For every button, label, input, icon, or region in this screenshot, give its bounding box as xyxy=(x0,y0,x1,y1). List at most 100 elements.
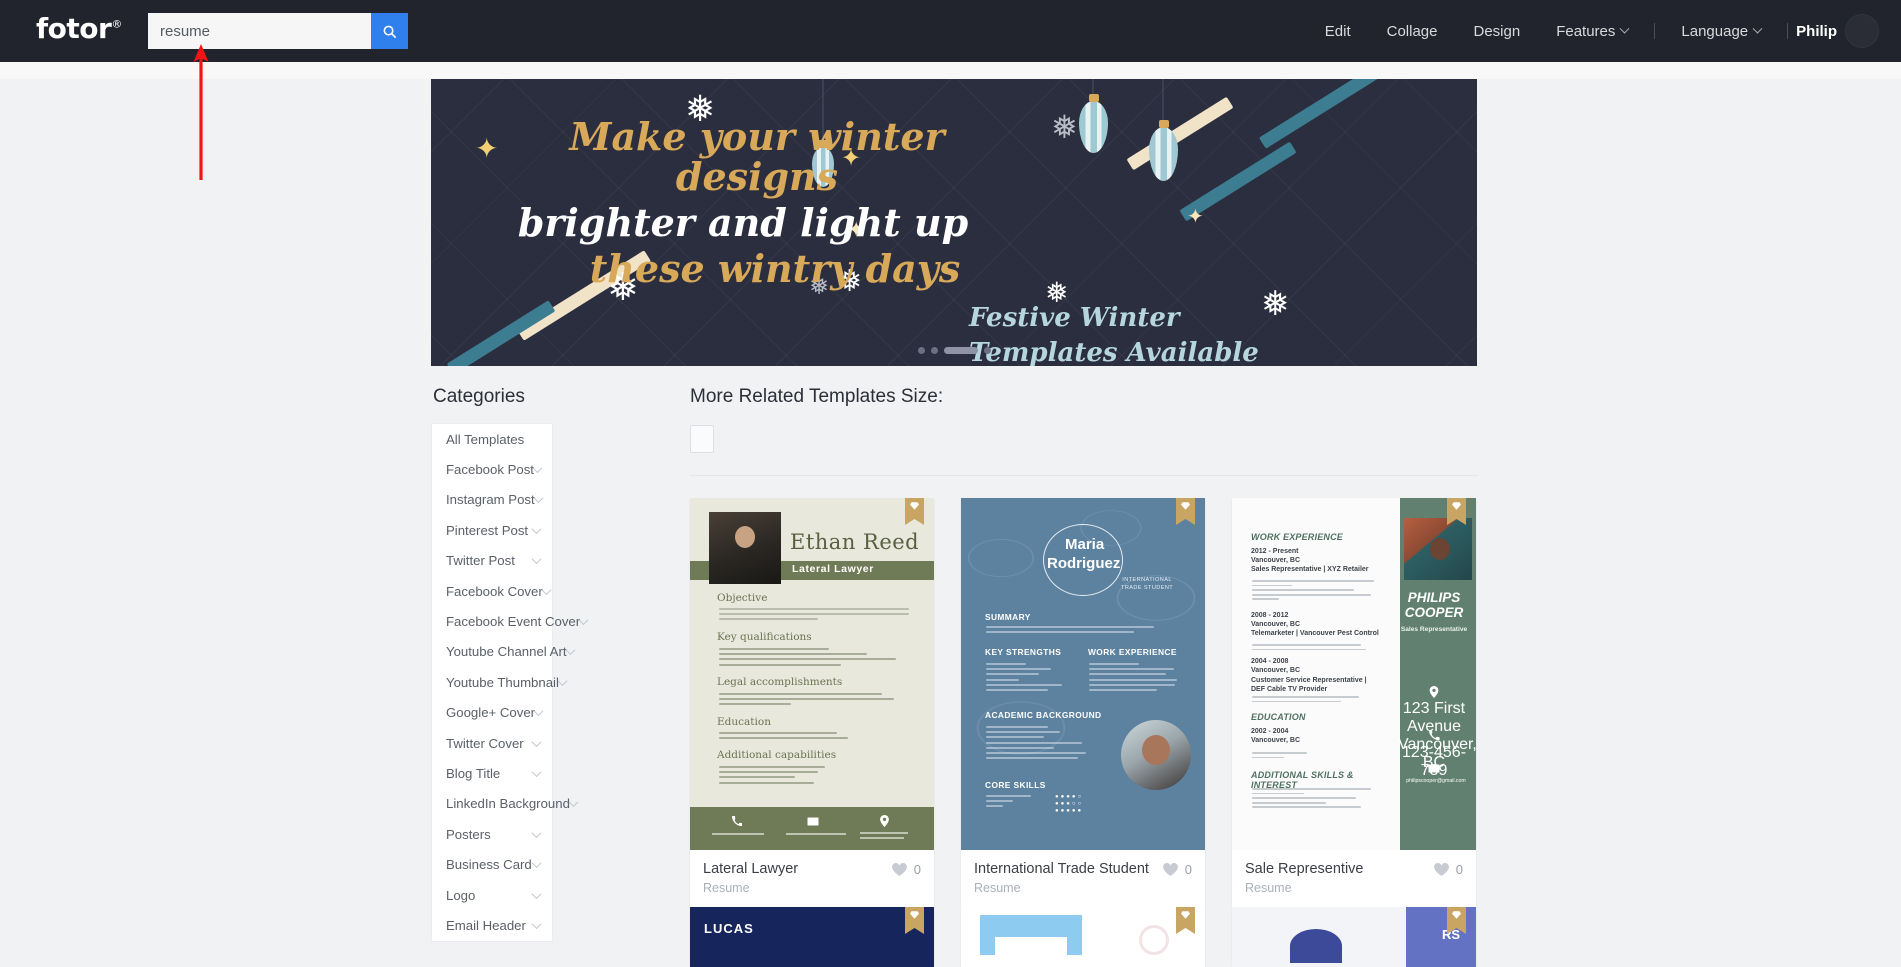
chevron-down-icon xyxy=(533,706,544,717)
template-card[interactable]: Maria Rodriguez INTERNATIONAL TRADE STUD… xyxy=(961,498,1205,908)
page-title: More Related Templates Size: xyxy=(690,386,944,407)
chevron-down-icon xyxy=(531,827,542,838)
sidebar-item-label: Blog Title xyxy=(446,765,501,781)
chevron-down-icon xyxy=(1752,23,1763,34)
registered-mark: ® xyxy=(111,17,122,31)
template-grid-row2: LUCAS RS xyxy=(690,907,1476,967)
template-grid: Ethan Reed Lateral Lawyer Objective Key … xyxy=(690,498,1478,908)
chevron-down-icon xyxy=(531,858,542,869)
sidebar-item-youtube-channel-art[interactable]: Youtube Channel Art xyxy=(432,637,575,667)
banner-headline-line2: brighter and light up xyxy=(517,199,969,245)
nav-item-collage[interactable]: Collage xyxy=(1369,23,1456,40)
preview-section-heading: Objective xyxy=(717,592,768,604)
categories-list: All Templates Facebook Post Instagram Po… xyxy=(431,423,589,942)
carousel-dot-1[interactable] xyxy=(917,347,925,354)
preview-body-lines xyxy=(1252,696,1376,705)
sidebar-item-facebook-event-cover[interactable]: Facebook Event Cover xyxy=(432,606,589,636)
chevron-down-icon xyxy=(531,919,542,929)
template-card[interactable] xyxy=(961,907,1205,967)
template-card[interactable]: LUCAS xyxy=(690,907,934,967)
like-counter[interactable]: 0 xyxy=(891,860,921,877)
sidebar-item-google-plus-cover[interactable]: Google+ Cover xyxy=(432,698,552,728)
location-icon xyxy=(1429,686,1439,698)
nav-item-language[interactable]: Language xyxy=(1663,23,1779,40)
chevron-down-icon xyxy=(531,767,542,778)
sidebar-item-business-card[interactable]: Business Card xyxy=(432,849,552,879)
template-thumbnail: PHILIPS COOPER Sales Representative WORK… xyxy=(1232,498,1476,850)
search-input[interactable] xyxy=(148,13,371,49)
sidebar-item-youtube-thumbnail[interactable]: Youtube Thumbnail xyxy=(432,667,568,697)
preview-section-heading: EDUCATION xyxy=(1251,712,1306,722)
size-filter-box[interactable] xyxy=(690,425,714,453)
promo-banner[interactable]: ❅ ❅ ❅ ❅ ❅ ❅ ❅ ✦ ✦ ✦ ✦ Make your winter d… xyxy=(431,79,1477,366)
preview-section-heading: WORK EXPERIENCE xyxy=(1088,647,1177,657)
template-thumbnail xyxy=(961,907,1205,967)
sidebar-item-label: Youtube Thumbnail xyxy=(446,674,559,690)
user-name[interactable]: Philip xyxy=(1796,23,1845,40)
like-count: 0 xyxy=(1184,862,1192,877)
rating-stars: ●●●●○ xyxy=(1055,794,1084,800)
template-name: Sale Representive xyxy=(1245,861,1364,877)
like-counter[interactable]: 0 xyxy=(1162,860,1192,877)
preview-contact-footer xyxy=(690,807,934,850)
nav-item-features[interactable]: Features xyxy=(1538,23,1646,40)
nav-item-edit[interactable]: Edit xyxy=(1307,23,1369,40)
preview-job-title: Sales Representative | XYZ Retailer xyxy=(1251,566,1369,573)
sidebar-item-posters[interactable]: Posters xyxy=(432,819,552,849)
template-tag[interactable]: Resume xyxy=(974,881,1192,895)
template-card-footer: Sale Representive 0 Resume xyxy=(1232,850,1476,907)
ornament-icon xyxy=(1079,94,1108,153)
template-thumbnail: LUCAS xyxy=(690,907,934,967)
carousel-dot-2[interactable] xyxy=(930,347,938,354)
preview-body-lines xyxy=(1252,644,1376,653)
sidebar-item-label: Facebook Cover xyxy=(446,583,543,599)
template-card[interactable]: RS xyxy=(1232,907,1476,967)
template-thumbnail: RS xyxy=(1232,907,1476,967)
rating-stars: ●●●○○ xyxy=(1055,801,1084,807)
sidebar-item-pinterest-post[interactable]: Pinterest Post xyxy=(432,515,552,545)
sidebar-item-instagram-post[interactable]: Instagram Post xyxy=(432,485,552,515)
search-button[interactable] xyxy=(371,13,408,49)
top-header: fotor® Edit Collage Design Features Lang… xyxy=(0,0,1901,62)
mail-icon xyxy=(807,817,819,826)
template-card-footer: Lateral Lawyer 0 Resume xyxy=(690,850,934,907)
sidebar-item-email-header[interactable]: Email Header xyxy=(432,910,552,940)
preview-job-date: 2012 - Present xyxy=(1251,548,1299,555)
nav-item-design[interactable]: Design xyxy=(1456,23,1539,40)
template-card-footer: International Trade Student 0 Resume xyxy=(961,850,1205,907)
rating-stars: ●●●●● xyxy=(1055,808,1084,814)
carousel-dot-3-active[interactable] xyxy=(943,347,978,354)
preview-job-date: 2008 - 2012 xyxy=(1251,612,1289,619)
avatar[interactable] xyxy=(1845,14,1879,48)
sidebar-item-linkedin-background[interactable]: LinkedIn Background xyxy=(432,789,579,819)
template-card[interactable]: PHILIPS COOPER Sales Representative WORK… xyxy=(1232,498,1476,908)
sidebar-item-label: Twitter Cover xyxy=(446,735,524,751)
main-nav: Edit Collage Design Features Language Ph… xyxy=(1307,0,1901,62)
preview-job-location: Vancouver, BC xyxy=(1251,667,1301,674)
fotor-logo[interactable]: fotor® xyxy=(36,12,122,45)
sidebar-item-facebook-post[interactable]: Facebook Post xyxy=(432,454,552,484)
sidebar-item-all-templates[interactable]: All Templates xyxy=(432,424,552,454)
search-icon xyxy=(383,25,396,38)
preview-job-date: 2004 - 2008 xyxy=(1251,658,1289,665)
sidebar-item-facebook-cover[interactable]: Facebook Cover xyxy=(432,576,552,606)
banner-headline-line1: Make your winter designs xyxy=(569,114,945,199)
sidebar-item-twitter-cover[interactable]: Twitter Cover xyxy=(432,728,552,758)
nav-divider xyxy=(1654,23,1656,39)
sidebar-item-blog-title[interactable]: Blog Title xyxy=(432,758,552,788)
preview-body-lines xyxy=(986,626,1154,636)
carousel-dot-4[interactable] xyxy=(983,347,991,354)
sidebar-item-logo[interactable]: Logo xyxy=(432,880,552,910)
preview-section-heading: WORK EXPERIENCE xyxy=(1251,532,1344,542)
template-card[interactable]: Ethan Reed Lateral Lawyer Objective Key … xyxy=(690,498,934,908)
template-tag[interactable]: Resume xyxy=(703,881,921,895)
like-counter[interactable]: 0 xyxy=(1433,860,1463,877)
snowflake-icon: ❅ xyxy=(1051,109,1078,145)
preview-body-lines xyxy=(719,648,909,669)
sidebar-item-twitter-post[interactable]: Twitter Post xyxy=(432,546,552,576)
sidebar-item-label: Twitter Post xyxy=(446,553,515,569)
phone-icon xyxy=(1429,730,1440,740)
template-tag[interactable]: Resume xyxy=(1245,881,1463,895)
banner-headline-line3: these wintry days xyxy=(589,245,961,291)
preview-person-name-line1: Maria xyxy=(1065,536,1105,553)
